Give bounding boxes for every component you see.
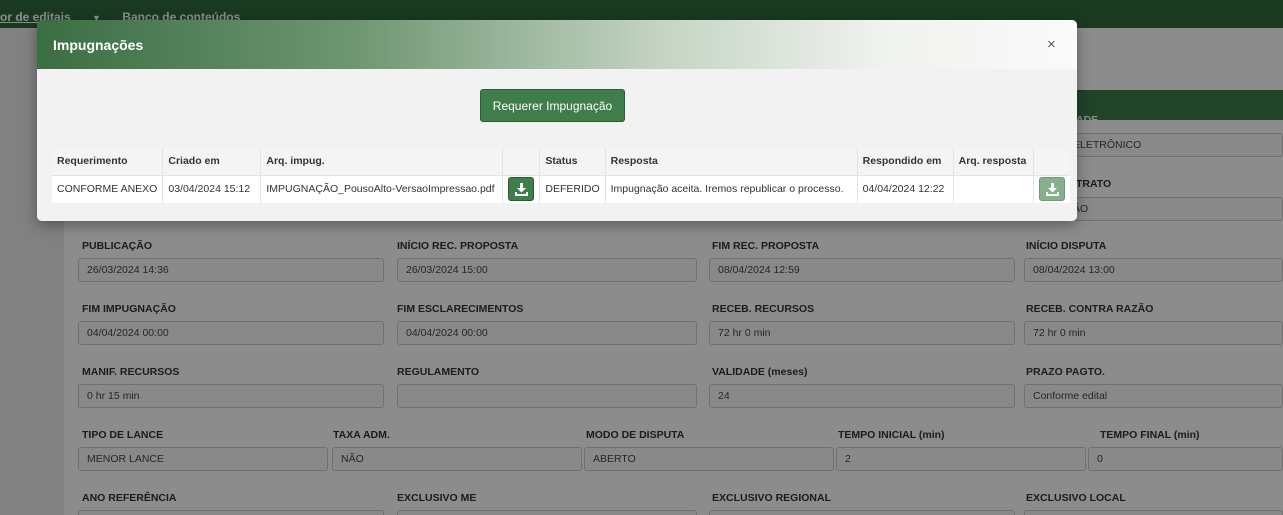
modal-body: Requerer Impugnação Requerimento Criado …	[37, 69, 1077, 221]
column-header-criado-em: Criado em	[162, 148, 262, 175]
download-icon	[515, 183, 529, 197]
close-icon[interactable]: ×	[1047, 36, 1056, 53]
cell-download	[502, 174, 541, 203]
column-header-arq-impug: Arq. impug.	[260, 148, 504, 175]
column-header-respondido-em: Respondido em	[857, 148, 954, 175]
column-header-status: Status	[539, 148, 606, 175]
column-header-resposta: Resposta	[605, 148, 858, 175]
cell-criado-em: 03/04/2024 15:12	[162, 174, 262, 203]
requerer-impugnacao-button[interactable]: Requerer Impugnação	[480, 89, 625, 122]
column-header-download-resposta	[1033, 148, 1070, 175]
column-header-arq-resposta: Arq. resposta	[953, 148, 1034, 175]
download-icon	[1045, 183, 1059, 197]
download-impugnacao-button[interactable]	[508, 177, 535, 202]
column-header-requerimento: Requerimento	[52, 148, 164, 175]
modal-header: Impugnações ×	[37, 20, 1077, 69]
column-header-download	[502, 148, 541, 175]
download-resposta-button[interactable]	[1038, 177, 1065, 202]
modal-title: Impugnações	[53, 37, 144, 53]
table-header-row: Requerimento Criado em Arq. impug. Statu…	[52, 148, 1070, 175]
cell-resposta: Impugnação aceita. Iremos republicar o p…	[605, 174, 858, 203]
impugnacoes-modal: Impugnações × Requerer Impugnação Requer…	[37, 20, 1077, 221]
cell-status: DEFERIDO	[539, 174, 606, 203]
cell-arq-resposta	[953, 174, 1034, 203]
cell-requerimento: CONFORME ANEXO	[52, 174, 164, 203]
cell-respondido-em: 04/04/2024 12:22	[857, 174, 954, 203]
cell-arq-impug: IMPUGNAÇÃO_PousoAlto-VersaoImpressao.pdf	[260, 174, 504, 203]
cell-download-resposta	[1033, 174, 1070, 203]
table-row: CONFORME ANEXO 03/04/2024 15:12 IMPUGNAÇ…	[52, 174, 1070, 203]
impugnacoes-table: Requerimento Criado em Arq. impug. Statu…	[52, 148, 1070, 203]
